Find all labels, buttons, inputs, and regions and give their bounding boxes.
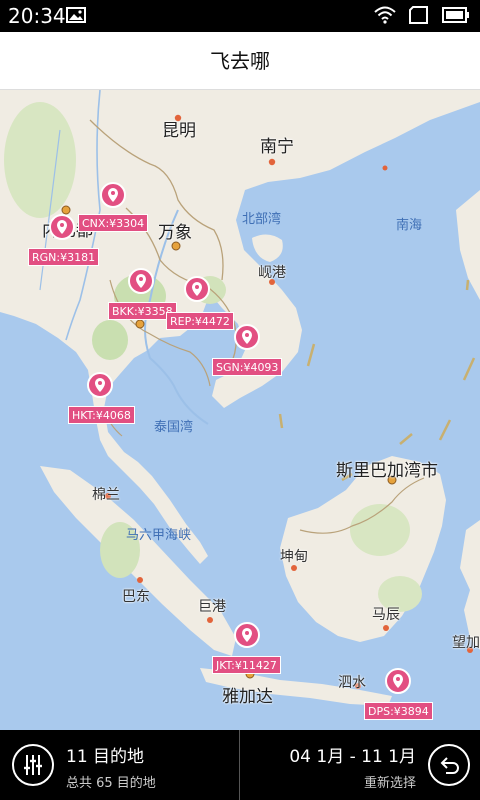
page-title: 飞去哪 (210, 49, 270, 73)
destination-price-cnx[interactable]: CNX:¥3304 (78, 214, 149, 232)
destination-marker-rgn[interactable] (48, 214, 76, 244)
place-jakarta: 雅加达 (222, 687, 273, 707)
map-view[interactable]: 昆明 南宁 北部湾 南海 内比都 万象 岘港 泰国湾 斯里巴加湾市 棉兰 马六甲… (0, 90, 480, 730)
place-palembang: 巨港 (198, 599, 226, 615)
destination-count: 11 目的地 (66, 747, 145, 767)
return-arrow-icon (440, 757, 459, 774)
place-gulf-of-thailand: 泰国湾 (154, 420, 194, 435)
bottom-divider (239, 730, 240, 800)
back-button[interactable] (428, 744, 470, 786)
destination-marker-sgn[interactable] (233, 324, 261, 354)
destination-price-dps[interactable]: DPS:¥3894 (364, 702, 433, 720)
place-medan: 棉兰 (92, 487, 120, 503)
battery-icon (442, 7, 470, 27)
wifi-icon (374, 6, 396, 28)
status-time: 20:34 (8, 4, 66, 28)
destination-marker-hkt[interactable] (86, 372, 114, 402)
title-bar: 飞去哪 (0, 32, 480, 90)
place-kota-kinabalu: 斯里巴加湾市 (336, 461, 438, 481)
destination-total: 总共 65 目的地 (66, 776, 156, 791)
reselect-link[interactable]: 重新选择 (364, 772, 416, 791)
place-padang: 巴东 (122, 589, 150, 605)
place-wangjia: 望加 (452, 635, 480, 651)
destination-price-hkt[interactable]: HKT:¥4068 (68, 406, 135, 424)
destination-marker-rep[interactable] (183, 276, 211, 306)
destination-price-jkt[interactable]: JKT:¥11427 (212, 656, 281, 674)
place-south-china-sea: 南海 (396, 218, 423, 233)
place-banjarmasin: 马辰 (372, 607, 400, 623)
place-vientiane: 万象 (158, 223, 192, 243)
destination-marker-cnx[interactable] (99, 182, 127, 212)
destination-marker-jkt[interactable] (233, 622, 261, 652)
place-da-nang: 岘港 (258, 265, 286, 281)
place-nanning: 南宁 (260, 137, 294, 157)
status-bar: 20:34 (0, 0, 480, 32)
destination-marker-dps[interactable] (384, 668, 412, 698)
filter-button[interactable] (12, 744, 54, 786)
destination-price-rep[interactable]: REP:¥4472 (166, 312, 234, 330)
sliders-icon (24, 755, 42, 775)
gallery-notification-icon (66, 7, 86, 27)
destination-marker-bkk[interactable] (127, 268, 155, 298)
place-beibu-gulf: 北部湾 (242, 212, 282, 227)
sim-card-icon (408, 6, 430, 28)
bottom-bar: 11 目的地 总共 65 目的地 04 1月 - 11 1月 重新选择 (0, 730, 480, 800)
date-range[interactable]: 04 1月 - 11 1月 (289, 742, 416, 767)
place-surabaya: 泗水 (338, 675, 366, 691)
place-kunming: 昆明 (162, 121, 196, 141)
destination-price-rgn[interactable]: RGN:¥3181 (28, 248, 100, 266)
destination-price-sgn[interactable]: SGN:¥4093 (212, 358, 283, 376)
place-pontianak: 坤甸 (280, 549, 308, 565)
place-strait-of-malacca: 马六甲海峡 (126, 528, 192, 543)
